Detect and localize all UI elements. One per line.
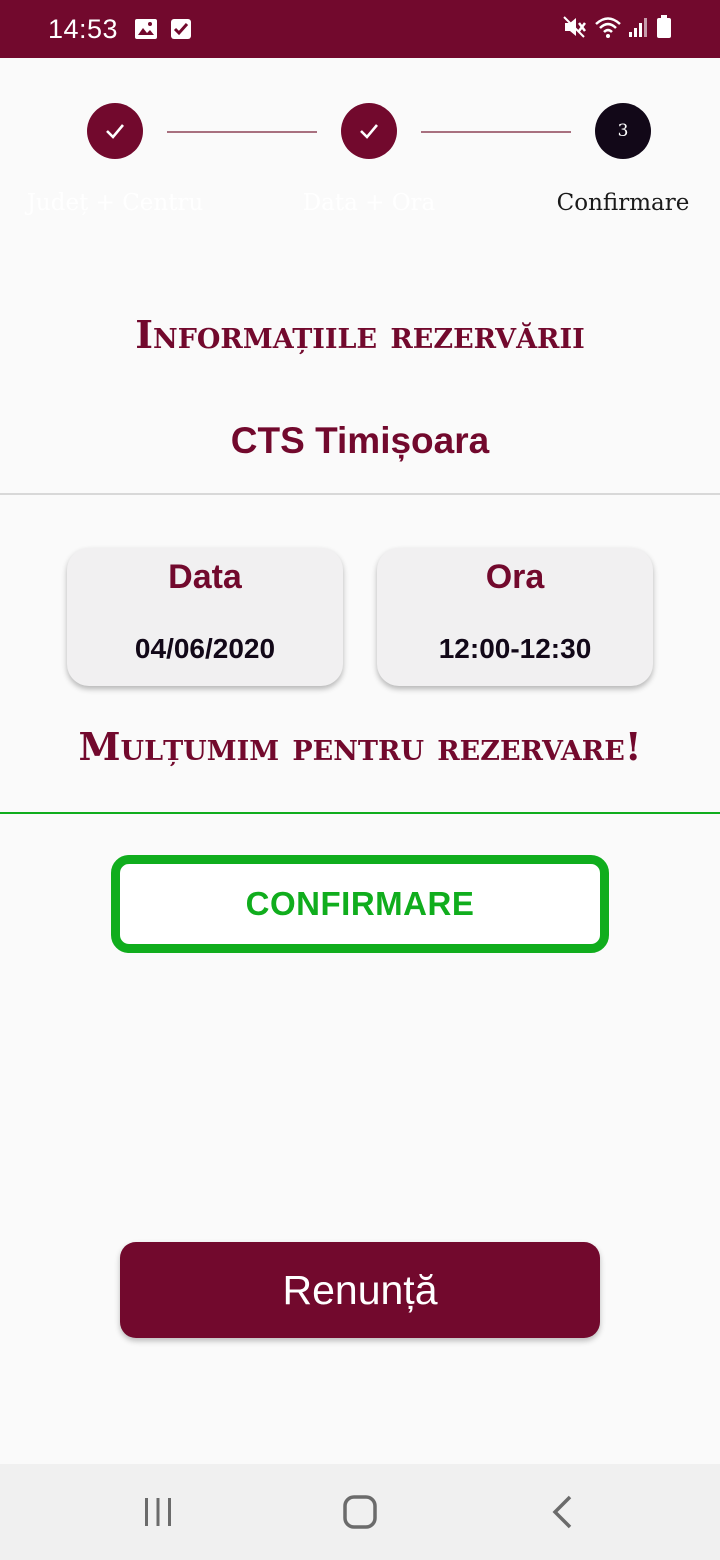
checkbox-icon (170, 18, 192, 40)
step-1-circle (87, 103, 143, 159)
back-icon (552, 1495, 572, 1529)
check-icon (106, 124, 124, 139)
step-2-circle (341, 103, 397, 159)
divider-top (0, 493, 720, 495)
wifi-icon (594, 15, 622, 44)
check-icon (360, 124, 378, 139)
recent-apps-button[interactable] (98, 1464, 218, 1560)
date-card: Data 04/06/2020 (67, 548, 343, 686)
image-icon (134, 18, 158, 40)
time-label: Ora (485, 558, 545, 596)
date-label: Data (168, 558, 242, 596)
step-3-number: 3 (617, 121, 629, 141)
divider-green (0, 812, 720, 814)
thanks-message: Mulțumim pentru rezervare! (78, 724, 642, 769)
status-time: 14:53 (48, 13, 119, 44)
step-3-circle: 3 (595, 103, 651, 159)
reservation-title: Informațiile rezervării (135, 312, 585, 357)
recent-apps-icon (145, 1498, 171, 1526)
navigation-bar (0, 1464, 720, 1560)
home-icon (343, 1495, 377, 1529)
step-2-label: Data + Ora (302, 190, 436, 216)
confirm-button[interactable]: CONFIRMARE (111, 855, 609, 953)
step-connector (167, 131, 317, 133)
time-card: Ora 12:00-12:30 (377, 548, 653, 686)
battery-icon (656, 14, 672, 44)
mute-icon (562, 15, 588, 44)
home-button[interactable] (300, 1464, 420, 1560)
step-connector (421, 131, 571, 133)
signal-icon (628, 16, 650, 43)
back-button[interactable] (502, 1464, 622, 1560)
center-name: CTS Timișoara (230, 420, 490, 461)
date-value: 04/06/2020 (134, 633, 276, 664)
status-bar: 14:53 (0, 0, 720, 58)
step-3-label: Confirmare (556, 190, 690, 216)
step-1-label: Județ + Centru (26, 190, 204, 216)
time-value: 12:00-12:30 (438, 633, 592, 664)
cancel-button[interactable]: Renunță (120, 1242, 600, 1338)
